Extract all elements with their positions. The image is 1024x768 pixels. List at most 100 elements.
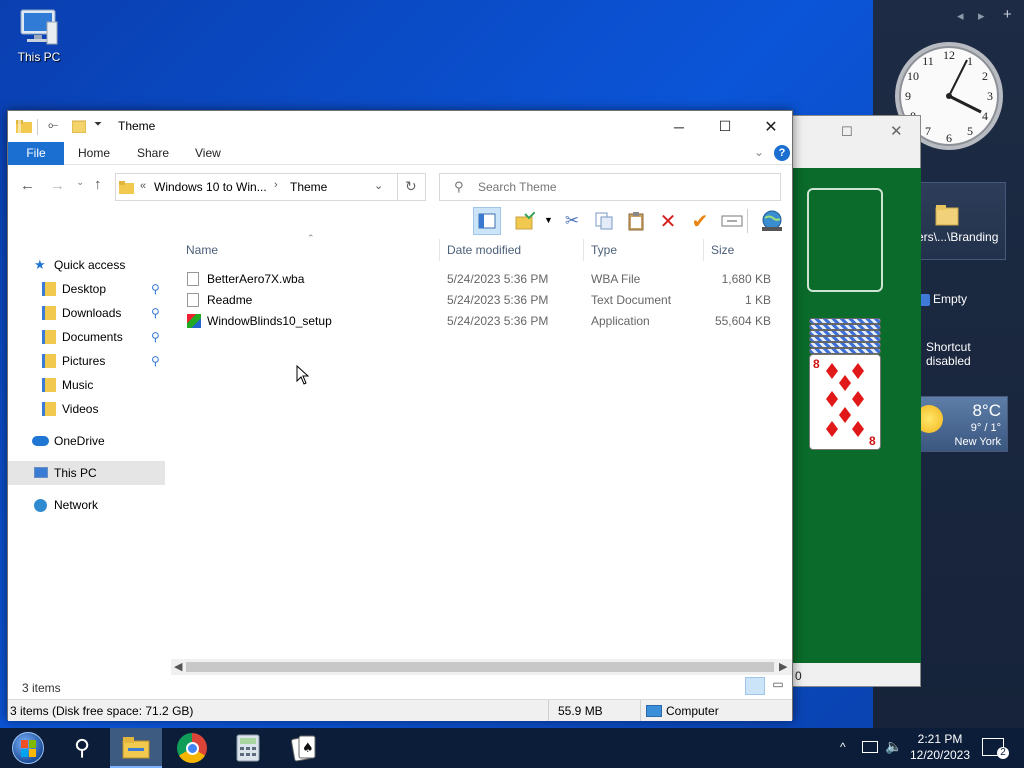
card-stack[interactable]: 8 8 bbox=[809, 318, 881, 450]
delete-icon[interactable]: ✕ bbox=[654, 207, 682, 235]
eight-of-diamonds-card[interactable]: 8 8 bbox=[809, 354, 881, 450]
minimize-button[interactable]: ─ bbox=[656, 111, 702, 142]
file-explorer-window[interactable]: ⟜ ⏷ Theme ─ ☐ ✕ File Home Share View ⌄ ?… bbox=[7, 110, 793, 721]
column-size-header[interactable]: Size bbox=[711, 239, 734, 261]
refresh-icon[interactable]: ↻ bbox=[405, 178, 417, 195]
sidebar-next-icon[interactable]: ▸ bbox=[978, 8, 985, 24]
foundation-slot[interactable] bbox=[807, 188, 883, 292]
close-icon[interactable]: ✕ bbox=[890, 122, 903, 140]
customize-toolbar-icon[interactable]: ⏷ bbox=[94, 119, 102, 130]
preview-pane-icon[interactable] bbox=[473, 207, 501, 235]
recycle-bin-gadget[interactable]: Empty bbox=[920, 292, 967, 306]
status-summary: 3 items (Disk free space: 71.2 GB) bbox=[10, 704, 194, 718]
action-center-icon[interactable]: 2 bbox=[982, 738, 1009, 759]
column-name-header[interactable]: Name bbox=[186, 239, 218, 261]
svg-text:12: 12 bbox=[943, 48, 955, 62]
file-list[interactable]: ⌃ Name Date modified Type Size BetterAer… bbox=[168, 233, 792, 659]
forward-icon[interactable]: → bbox=[50, 177, 65, 194]
scrollbar-thumb[interactable] bbox=[186, 662, 774, 672]
pin-icon[interactable]: ⚲ bbox=[151, 277, 160, 301]
breadcrumb-current[interactable]: Theme bbox=[290, 180, 327, 194]
properties-icon[interactable]: ⟜ bbox=[48, 117, 58, 133]
maximize-icon[interactable]: ☐ bbox=[841, 124, 853, 140]
nav-onedrive[interactable]: OneDrive bbox=[8, 429, 165, 453]
large-icons-view-icon[interactable]: ▭ bbox=[769, 677, 787, 695]
search-input[interactable] bbox=[478, 178, 768, 196]
nav-this-pc[interactable]: This PC bbox=[8, 461, 165, 485]
breadcrumb-separator-icon: › bbox=[274, 179, 278, 191]
expand-ribbon-icon[interactable]: ⌄ bbox=[754, 145, 764, 159]
show-hidden-icons-icon[interactable]: ^ bbox=[840, 740, 846, 754]
file-date: 5/24/2023 5:36 PM bbox=[447, 314, 549, 328]
desktop-icon-this-pc[interactable]: This PC bbox=[10, 8, 68, 64]
table-row[interactable]: Readme 5/24/2023 5:36 PM Text Document 1… bbox=[182, 290, 782, 311]
new-folder-icon[interactable] bbox=[71, 119, 87, 136]
folder-icon bbox=[42, 330, 56, 344]
column-type-header[interactable]: Type bbox=[591, 239, 617, 261]
weather-city: New York bbox=[954, 436, 1001, 448]
checkmark-icon[interactable]: ✔ bbox=[686, 207, 714, 235]
tab-share[interactable]: Share bbox=[137, 142, 169, 165]
calculator-taskbar-icon[interactable] bbox=[222, 728, 274, 768]
details-view-icon[interactable] bbox=[745, 677, 765, 695]
rename-icon[interactable] bbox=[718, 207, 746, 235]
nav-pictures[interactable]: Pictures ⚲ bbox=[8, 349, 165, 373]
folder-icon bbox=[42, 354, 56, 368]
solitaire-taskbar-icon[interactable]: ♠ bbox=[278, 728, 330, 768]
nav-quick-access[interactable]: ★ Quick access bbox=[8, 253, 165, 277]
scroll-right-icon[interactable]: ▶ bbox=[779, 660, 787, 673]
start-button[interactable] bbox=[2, 728, 54, 768]
column-date-header[interactable]: Date modified bbox=[447, 239, 521, 261]
nav-downloads[interactable]: Downloads ⚲ bbox=[8, 301, 165, 325]
horizontal-scrollbar[interactable]: ◀ ▶ bbox=[171, 659, 792, 675]
back-icon[interactable]: ← bbox=[20, 177, 35, 194]
paste-icon[interactable] bbox=[622, 207, 650, 235]
copy-icon[interactable] bbox=[590, 207, 618, 235]
pin-icon[interactable]: ⚲ bbox=[151, 349, 160, 373]
nav-network[interactable]: Network bbox=[8, 493, 165, 517]
table-row[interactable]: WindowBlinds10_setup 5/24/2023 5:36 PM A… bbox=[182, 311, 782, 332]
recent-locations-icon[interactable]: ⌄ bbox=[76, 177, 84, 188]
search-box[interactable]: ⚲ bbox=[439, 173, 781, 201]
tab-file[interactable]: File bbox=[8, 142, 64, 165]
cut-icon[interactable]: ✂ bbox=[558, 207, 586, 235]
folder-options-dropdown-icon[interactable]: ▼ bbox=[544, 215, 553, 225]
slideshow-gadget[interactable]: ers\...\Branding bbox=[917, 182, 1006, 260]
file-type: Text Document bbox=[591, 293, 672, 307]
network-tray-icon[interactable] bbox=[862, 741, 878, 753]
up-icon[interactable]: ↑ bbox=[94, 176, 102, 193]
address-bar[interactable]: « Windows 10 to Win... › Theme ⌄ ↻ bbox=[115, 173, 426, 201]
help-icon[interactable]: ? bbox=[774, 145, 790, 161]
file-type: Application bbox=[591, 314, 650, 328]
game-board[interactable]: 8 8 bbox=[793, 168, 921, 663]
solitaire-window[interactable]: ☐ ✕ 8 8 0 bbox=[792, 115, 921, 687]
search-taskbar-icon[interactable]: ⚲ bbox=[56, 728, 108, 768]
nav-desktop[interactable]: Desktop ⚲ bbox=[8, 277, 165, 301]
sidebar-add-icon[interactable]: + bbox=[1003, 6, 1012, 23]
network-globe-icon[interactable] bbox=[758, 207, 786, 235]
tab-view[interactable]: View bbox=[195, 142, 221, 165]
table-row[interactable]: BetterAero7X.wba 5/24/2023 5:36 PM WBA F… bbox=[182, 269, 782, 290]
close-button[interactable]: ✕ bbox=[748, 111, 794, 142]
address-dropdown-icon[interactable]: ⌄ bbox=[374, 179, 383, 192]
system-clock[interactable]: 2:21 PM 12/20/2023 bbox=[909, 731, 971, 763]
sidebar-prev-icon[interactable]: ◂ bbox=[957, 8, 964, 24]
pin-icon[interactable]: ⚲ bbox=[151, 325, 160, 349]
title-bar[interactable]: ⟜ ⏷ Theme ─ ☐ ✕ bbox=[8, 111, 792, 142]
weather-gadget[interactable]: 8°C 9° / 1° New York bbox=[915, 396, 1008, 452]
nav-videos[interactable]: Videos bbox=[8, 397, 165, 421]
maximize-button[interactable]: ☐ bbox=[702, 111, 748, 142]
nav-label: Network bbox=[54, 498, 99, 512]
folder-options-icon[interactable] bbox=[511, 207, 539, 235]
volume-muted-icon[interactable]: 🔈 bbox=[885, 738, 902, 755]
nav-documents[interactable]: Documents ⚲ bbox=[8, 325, 165, 349]
pin-icon[interactable]: ⚲ bbox=[151, 301, 160, 325]
scroll-left-icon[interactable]: ◀ bbox=[174, 660, 182, 673]
tab-home[interactable]: Home bbox=[78, 142, 110, 165]
chrome-taskbar-icon[interactable] bbox=[166, 728, 218, 768]
breadcrumb-parent[interactable]: Windows 10 to Win... bbox=[154, 180, 267, 194]
nav-music[interactable]: Music bbox=[8, 373, 165, 397]
computer-icon bbox=[17, 8, 61, 46]
breadcrumb-overflow[interactable]: « bbox=[140, 180, 146, 192]
file-explorer-taskbar-icon[interactable] bbox=[110, 728, 162, 768]
